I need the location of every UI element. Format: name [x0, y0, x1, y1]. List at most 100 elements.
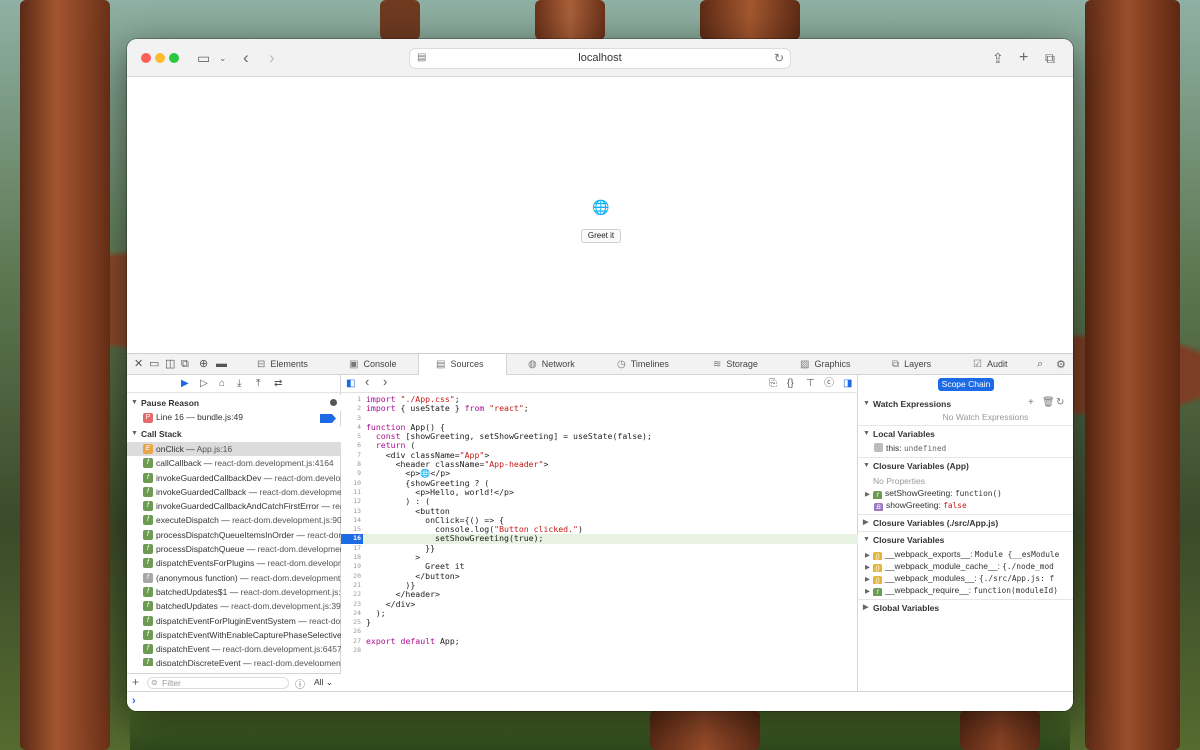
call-stack-frame[interactable]: f dispatchDiscreteEvent — react-dom.devel…: [127, 656, 341, 666]
watch-expressions-header[interactable]: ▼ Watch Expressions: [858, 397, 1073, 411]
pretty-print-icon[interactable]: {}: [787, 378, 794, 390]
scope-chain-button[interactable]: Scope Chain: [938, 378, 994, 391]
call-stack-frame[interactable]: f processDispatchQueueItemsInOrder — reac…: [127, 528, 341, 542]
line-number[interactable]: 28: [341, 646, 361, 655]
copy-icon[interactable]: ⎘: [769, 378, 777, 390]
scope-selector[interactable]: All ⌄: [314, 677, 333, 688]
disclosure-right-icon[interactable]: ▶: [865, 576, 870, 583]
line-number[interactable]: 17: [341, 544, 361, 553]
call-stack-frame[interactable]: f batchedUpdates$1 — react-dom.developmen…: [127, 585, 341, 599]
new-tab-icon[interactable]: +: [1019, 49, 1028, 67]
tab-storage[interactable]: ≋ Storage: [713, 354, 783, 375]
variable-row[interactable]: ▶{} __webpack_exports__: Module {__esModu…: [858, 548, 1073, 560]
closure-app-header[interactable]: ▼ Closure Variables (App): [858, 459, 1073, 473]
step-out-icon[interactable]: ⤒: [256, 378, 260, 390]
disclosure-right-icon[interactable]: ▶: [865, 564, 870, 571]
address-bar[interactable]: ▤ localhost ↻: [409, 48, 791, 69]
line-number[interactable]: 27: [341, 637, 361, 646]
close-icon[interactable]: ✕: [134, 358, 143, 370]
chevron-down-icon[interactable]: ⌄: [219, 49, 227, 67]
call-stack-frame[interactable]: EonClick — App.js:16: [127, 442, 341, 457]
code-line[interactable]: 28: [341, 646, 858, 655]
navigation-sidebar-icon[interactable]: ◧: [346, 378, 355, 390]
line-number[interactable]: 15: [341, 525, 361, 534]
greet-it-button[interactable]: Greet it: [581, 229, 621, 243]
code-line[interactable]: 22 </header>: [341, 589, 858, 599]
variable-row[interactable]: this: undefined: [858, 442, 1073, 454]
tab-console[interactable]: ▣ Console: [349, 354, 419, 375]
code-line[interactable]: 2 import { useState } from "react";: [341, 403, 858, 413]
call-stack-frame[interactable]: f dispatchEventWithEnableCapturePhaseSele…: [127, 628, 341, 642]
line-number[interactable]: 11: [341, 488, 361, 497]
line-number[interactable]: 18: [341, 553, 361, 562]
line-number[interactable]: 24: [341, 609, 361, 618]
line-number[interactable]: 22: [341, 590, 361, 599]
closure-variables-header[interactable]: ▼ Closure Variables: [858, 533, 1073, 547]
dock-side-icon[interactable]: ◫: [165, 358, 175, 370]
line-number[interactable]: 12: [341, 497, 361, 506]
code-listing[interactable]: 1 import "./App.css"; 2 import { useState }…: [341, 394, 858, 691]
filter-input[interactable]: Filter: [147, 677, 289, 689]
line-number[interactable]: 4: [341, 423, 361, 432]
line-number[interactable]: 16: [341, 534, 363, 544]
line-number[interactable]: 2: [341, 404, 361, 413]
detach-window-icon[interactable]: ⧉: [181, 358, 189, 370]
gear-icon[interactable]: ⚙: [1056, 358, 1066, 371]
variable-row[interactable]: BshowGreeting: false: [858, 499, 1073, 511]
call-stack-frame[interactable]: f dispatchEventForPluginEventSystem — rea…: [127, 614, 341, 628]
step-into-icon[interactable]: ⤓: [237, 378, 241, 390]
forward-icon[interactable]: ›: [269, 49, 275, 67]
line-number[interactable]: 13: [341, 507, 361, 516]
tab-elements[interactable]: ⊟ Elements: [257, 354, 347, 375]
line-number[interactable]: 3: [341, 414, 361, 423]
tab-graphics[interactable]: ▨ Graphics: [800, 354, 880, 375]
pause-reason-header[interactable]: ▼ Pause Reason: [127, 395, 341, 411]
reload-icon[interactable]: ↻: [774, 51, 784, 65]
console-prompt[interactable]: ›: [127, 691, 1073, 711]
tab-layers[interactable]: ⧉ Layers: [892, 354, 952, 375]
code-coverage-icon[interactable]: ⓒ: [824, 378, 834, 390]
search-icon[interactable]: ⌕: [1037, 358, 1043, 371]
line-number[interactable]: 26: [341, 627, 361, 636]
line-number[interactable]: 21: [341, 581, 361, 590]
variable-row[interactable]: ▶{} __webpack_module_cache__: {./node_mod: [858, 560, 1073, 572]
step-icon[interactable]: ⇄: [274, 378, 282, 390]
line-number[interactable]: 5: [341, 432, 361, 441]
stop-icon[interactable]: [330, 399, 337, 406]
zoom-window-button[interactable]: [169, 53, 179, 63]
add-icon[interactable]: +: [1028, 397, 1034, 408]
tab-sources[interactable]: ▤ Sources: [418, 354, 507, 375]
line-number[interactable]: 9: [341, 469, 361, 478]
refresh-icon[interactable]: ↻: [1056, 397, 1064, 408]
continue-icon[interactable]: ▷: [200, 378, 208, 390]
call-stack-header[interactable]: ▼ Call Stack: [127, 426, 341, 442]
call-stack-frame[interactable]: f dispatchEventsForPlugins — react-dom.de…: [127, 556, 341, 570]
type-profiler-icon[interactable]: ⊤: [806, 378, 815, 390]
line-number[interactable]: 10: [341, 479, 361, 488]
call-stack-frame[interactable]: f invokeGuardedCallback — react-dom.devel…: [127, 485, 341, 499]
tab-network[interactable]: ◍ Network: [528, 354, 598, 375]
tab-timelines[interactable]: ◷ Timelines: [617, 354, 697, 375]
back-icon[interactable]: ‹: [243, 49, 249, 67]
dock-bottom-icon[interactable]: ▭: [149, 358, 159, 370]
breakpoints-toggle-icon[interactable]: ▶: [181, 378, 189, 390]
back-icon[interactable]: ‹: [365, 375, 369, 388]
call-stack-frame[interactable]: f batchedUpdates — react-dom.development.…: [127, 599, 341, 613]
variable-row[interactable]: ▶ f setShowGreeting: function(): [858, 487, 1073, 499]
element-picker-icon[interactable]: ⊕: [199, 358, 208, 370]
code-line[interactable]: 24 );: [341, 608, 858, 618]
line-number[interactable]: 23: [341, 600, 361, 609]
global-variables-header[interactable]: ▶ Global Variables: [858, 601, 1073, 615]
line-number[interactable]: 19: [341, 562, 361, 571]
sidebar-toggle-icon[interactable]: ▭: [197, 49, 210, 67]
trash-icon[interactable]: 🗑: [1042, 397, 1055, 408]
code-line[interactable]: 5 const [showGreeting, setShowGreeting] …: [341, 431, 858, 441]
variable-row[interactable]: ▶{} __webpack_modules__: {./src/App.js: f: [858, 572, 1073, 584]
line-number[interactable]: 1: [341, 395, 361, 404]
code-line[interactable]: 23 </div>: [341, 599, 858, 609]
code-line[interactable]: 20 </button>: [341, 571, 858, 581]
local-variables-header[interactable]: ▼ Local Variables: [858, 427, 1073, 441]
step-over-icon[interactable]: ⌂: [219, 378, 225, 390]
line-number[interactable]: 20: [341, 572, 361, 581]
line-number[interactable]: 8: [341, 460, 361, 469]
